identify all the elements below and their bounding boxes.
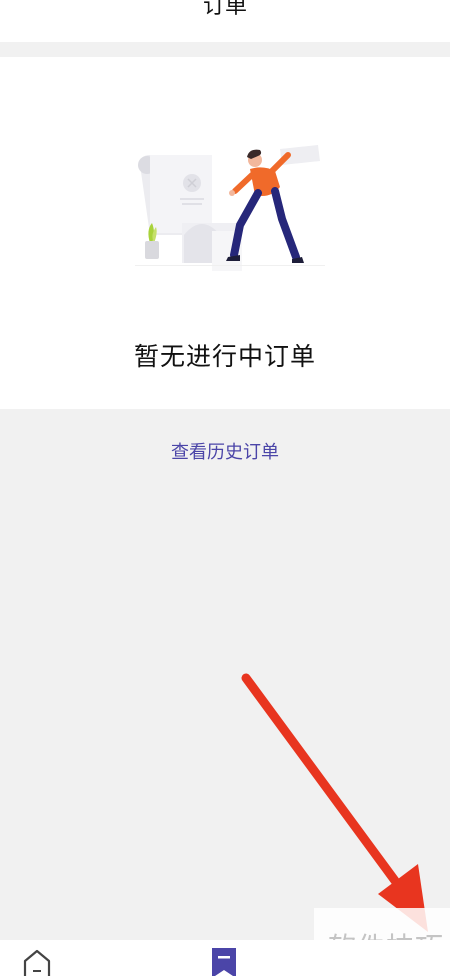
page-title: 订单 <box>202 0 247 19</box>
home-icon[interactable] <box>22 948 52 976</box>
empty-state-message: 暂无进行中订单 <box>133 342 316 371</box>
view-history-orders-link[interactable]: 查看历史订单 <box>0 438 450 464</box>
empty-orders-illustration <box>135 145 325 271</box>
orders-page: 订单 暂无进行中订单 查看历史订单 <box>0 0 450 976</box>
bottom-tab-bar <box>0 940 450 976</box>
top-bar: 订单 <box>0 0 450 42</box>
empty-state-card: 暂无进行中订单 <box>0 57 450 409</box>
orders-bookmark-icon[interactable] <box>209 948 239 976</box>
